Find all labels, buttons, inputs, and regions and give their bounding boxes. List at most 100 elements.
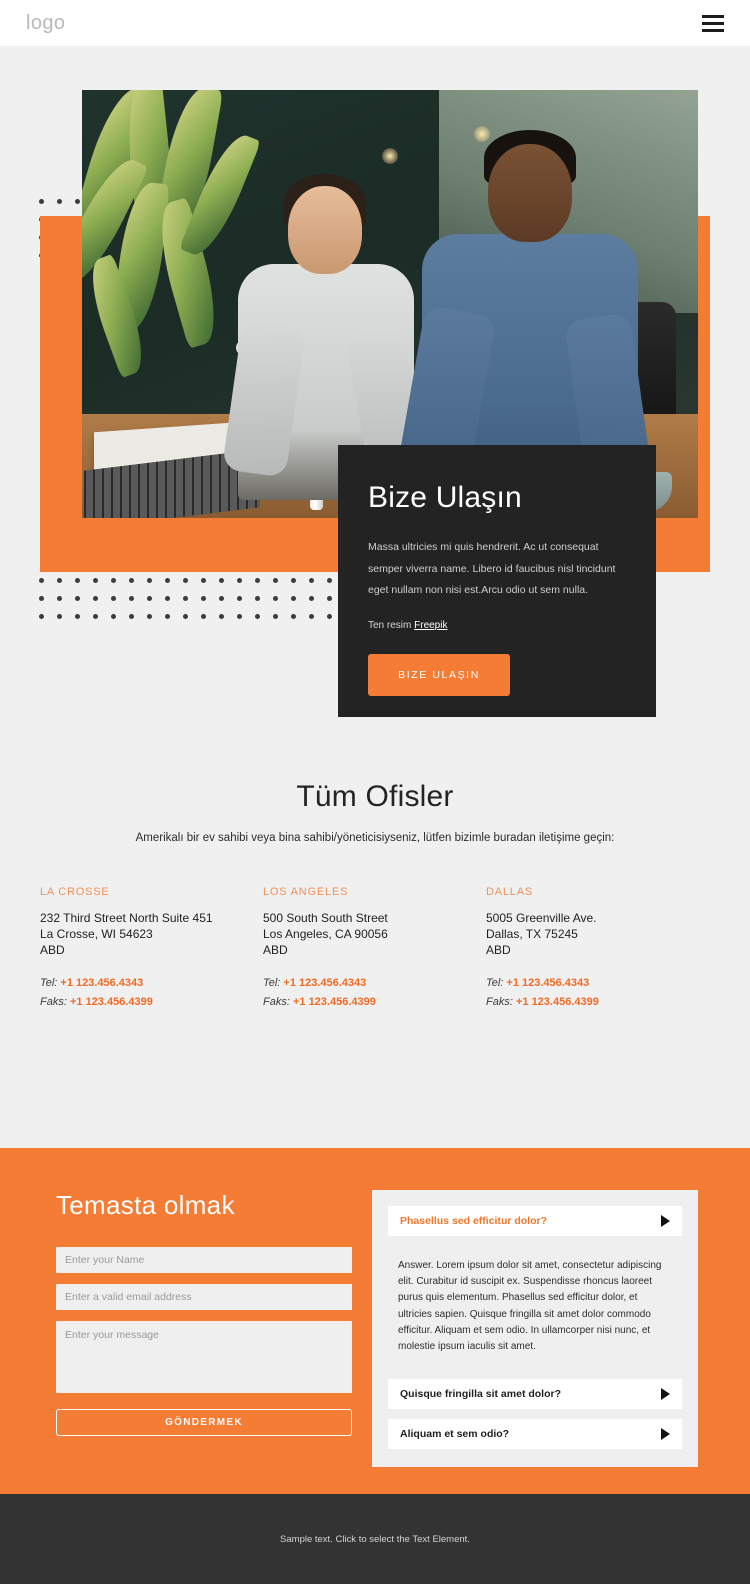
decorative-dot <box>128 591 146 609</box>
office-card: DALLAS 5005 Greenville Ave. Dallas, TX 75… <box>486 886 709 1015</box>
decorative-dot <box>56 573 74 591</box>
decorative-dot <box>218 573 236 591</box>
tel-value[interactable]: +1 123.456.4343 <box>283 977 366 989</box>
hamburger-line <box>702 21 724 25</box>
decorative-dot <box>236 591 254 609</box>
faq-question-text: Phasellus sed efficitur dolor? <box>400 1215 548 1227</box>
offices-section: Tüm Ofisler Amerikalı bir ev sahibi veya… <box>0 780 750 1015</box>
office-fax: Faks: +1 123.456.4399 <box>486 996 709 1008</box>
contact-form: Temasta olmak GÖNDERMEK <box>56 1190 356 1467</box>
decorative-dot <box>272 609 290 627</box>
page-root: logo Bize Ulaşın Massa ultricies mi quis… <box>0 0 750 1584</box>
office-address: 232 Third Street North Suite 451 La Cros… <box>40 911 213 957</box>
fax-label: Faks: <box>263 995 290 1008</box>
office-card: LA CROSSE 232 Third Street North Suite 45… <box>40 886 263 1015</box>
hero-contact-card: Bize Ulaşın Massa ultricies mi quis hend… <box>338 445 656 717</box>
office-tel: Tel: +1 123.456.4343 <box>486 977 709 989</box>
decorative-dot <box>290 591 308 609</box>
offices-grid: LA CROSSE 232 Third Street North Suite 45… <box>0 886 750 1015</box>
chevron-right-icon[interactable] <box>661 1428 670 1441</box>
hamburger-line <box>702 28 724 32</box>
decorative-dot <box>308 573 326 591</box>
decorative-dot <box>236 573 254 591</box>
decorative-dot <box>236 609 254 627</box>
tel-value[interactable]: +1 123.456.4343 <box>506 977 589 989</box>
decorative-dot <box>308 609 326 627</box>
decorative-dot <box>56 609 74 627</box>
decorative-dot <box>200 591 218 609</box>
faq-question-3[interactable]: Aliquam et sem odio? <box>388 1419 682 1450</box>
decorative-dot <box>110 609 128 627</box>
offices-title: Tüm Ofisler <box>296 780 454 813</box>
decorative-dot <box>38 591 56 609</box>
tel-label: Tel: <box>486 976 504 989</box>
office-name: DALLAS <box>486 886 533 898</box>
hamburger-line <box>702 14 724 18</box>
decorative-dot <box>38 609 56 627</box>
chevron-right-icon[interactable] <box>661 1215 670 1227</box>
message-input[interactable] <box>56 1321 352 1393</box>
hero-cta-button[interactable]: BIZE ULAŞIN <box>368 653 510 696</box>
decorative-dot <box>182 591 200 609</box>
office-address: 5005 Greenville Ave. Dallas, TX 75245 AB… <box>486 911 597 957</box>
decorative-dot <box>254 591 272 609</box>
decorative-dot <box>74 573 92 591</box>
decorative-dot <box>272 591 290 609</box>
faq-panel: Phasellus sed efficitur dolor? Answer. Lo… <box>372 1190 698 1468</box>
freepik-link[interactable]: Freepik <box>414 620 447 631</box>
decorative-dots-wide <box>38 573 362 627</box>
decorative-dot <box>182 573 200 591</box>
hero-card-title: Bize Ulaşın <box>368 481 522 514</box>
decorative-dot <box>200 573 218 591</box>
decorative-dot <box>308 591 326 609</box>
photo-person-right <box>395 130 655 510</box>
footer-text[interactable]: Sample text. Click to select the Text El… <box>280 1534 470 1545</box>
fax-value[interactable]: +1 123.456.4399 <box>70 996 153 1008</box>
decorative-dot <box>200 609 218 627</box>
submit-button[interactable]: GÖNDERMEK <box>56 1409 352 1436</box>
decorative-dot <box>74 591 92 609</box>
photo-ceiling-light <box>382 148 398 164</box>
office-address: 500 South South Street Los Angeles, CA 9… <box>263 911 388 957</box>
decorative-dot <box>218 609 236 627</box>
contact-form-title: Temasta olmak <box>56 1190 235 1220</box>
decorative-dot <box>92 591 110 609</box>
office-card: LOS ANGELES 500 South South Street Los An… <box>263 886 486 1015</box>
tel-label: Tel: <box>263 976 281 989</box>
faq-question-text: Quisque fringilla sit amet dolor? <box>400 1388 562 1401</box>
faq-spacer <box>388 1409 682 1419</box>
hamburger-menu-icon[interactable] <box>702 14 724 32</box>
decorative-dot <box>128 609 146 627</box>
contact-inner: Temasta olmak GÖNDERMEK Phasellus sed ef… <box>0 1148 750 1468</box>
decorative-dot <box>182 609 200 627</box>
office-tel: Tel: +1 123.456.4343 <box>263 977 486 989</box>
decorative-dot <box>290 573 308 591</box>
site-logo[interactable]: logo <box>26 12 65 35</box>
office-fax: Faks: +1 123.456.4399 <box>40 996 263 1008</box>
decorative-dot <box>146 573 164 591</box>
faq-question-text: Aliquam et sem odio? <box>400 1428 510 1441</box>
decorative-dot <box>146 609 164 627</box>
faq-answer-1: Answer. Lorem ipsum dolor sit amet, cons… <box>398 1260 662 1352</box>
tel-value[interactable]: +1 123.456.4343 <box>60 977 143 989</box>
name-input[interactable] <box>56 1247 352 1273</box>
offices-subtitle: Amerikalı bir ev sahibi veya bina sahibi… <box>135 832 615 844</box>
decorative-dot <box>56 194 74 212</box>
site-header: logo <box>0 0 750 46</box>
fax-value[interactable]: +1 123.456.4399 <box>516 996 599 1008</box>
decorative-dot <box>38 194 56 212</box>
decorative-dot <box>92 573 110 591</box>
credit-prefix: Ten resim <box>368 619 415 631</box>
decorative-dot <box>272 573 290 591</box>
faq-question-1[interactable]: Phasellus sed efficitur dolor? <box>388 1206 682 1236</box>
chevron-right-icon[interactable] <box>661 1388 670 1401</box>
fax-value[interactable]: +1 123.456.4399 <box>293 996 376 1008</box>
email-input[interactable] <box>56 1284 352 1310</box>
decorative-dot <box>164 609 182 627</box>
fax-label: Faks: <box>40 995 67 1008</box>
fax-label: Faks: <box>486 995 513 1008</box>
decorative-dot <box>56 591 74 609</box>
hero-card-body: Massa ultricies mi quis hendrerit. Ac ut… <box>368 541 616 597</box>
faq-question-2[interactable]: Quisque fringilla sit amet dolor? <box>388 1379 682 1410</box>
office-name: LA CROSSE <box>40 886 110 898</box>
